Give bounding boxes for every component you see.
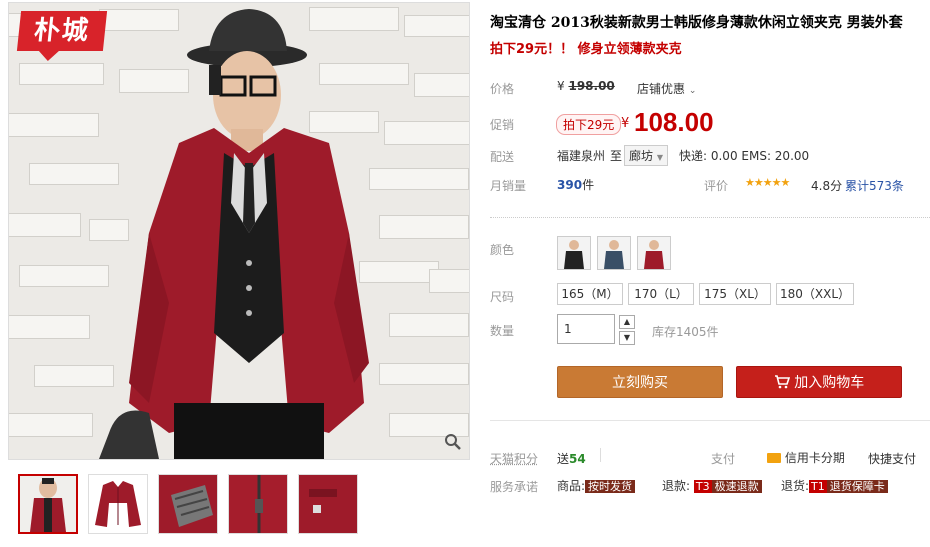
main-product-image[interactable]: 朴城 (8, 2, 470, 460)
fast-refund-badge[interactable]: 极速退款 (711, 480, 762, 493)
thumbnail-jacket-front (89, 475, 147, 533)
credit-installment-label: 信用卡分期 (784, 451, 845, 465)
add-to-cart-label: 加入购物车 (794, 375, 865, 391)
ship-from: 福建泉州 (557, 149, 606, 163)
size-label: 尺码 (490, 290, 515, 304)
rating-label: 评价 (704, 179, 729, 193)
thumbnail-jacket-lining (159, 475, 217, 533)
points-amount: 54 (569, 452, 586, 466)
shipping-fees: 快递: 0.00 EMS: 20.00 (679, 149, 810, 163)
service-refund-prefix: 退款: (662, 479, 691, 493)
original-price-value: 198.00 (568, 79, 615, 93)
promo-currency: ¥ (621, 116, 630, 131)
ship-to-label: 至 (610, 149, 623, 163)
product-title: 淘宝清仓 2013秋装新款男士韩版修身薄款休闲立领夹克 男装外套 (490, 15, 903, 31)
quantity-label: 数量 (490, 324, 515, 338)
color-swatch-red[interactable] (637, 236, 671, 270)
thumbnail-2[interactable] (88, 474, 148, 534)
model-figure (99, 9, 369, 459)
points-prefix: 送 (557, 452, 570, 466)
credit-card-icon (767, 453, 781, 463)
caret-down-icon: ▼ (623, 333, 631, 342)
thumbnail-5[interactable] (298, 474, 358, 534)
caret-down-icon: ▼ (656, 153, 663, 162)
service-label: 服务承诺 (490, 480, 539, 494)
promo-price: 108.00 (634, 107, 714, 137)
service-return: 退货: T1 退货保障卡 (781, 477, 888, 494)
points-value: 送54 (557, 450, 586, 467)
service-refund: 退款: T3 极速退款 (662, 477, 762, 494)
caret-up-icon: ▲ (623, 317, 631, 326)
thumbnail-jacket-detail (299, 475, 357, 533)
shop-discount-dropdown[interactable]: 店铺优惠 ⌄ (637, 80, 696, 97)
rating-stars-icon: ★★★★★ (745, 176, 790, 189)
thumbnail-4[interactable] (228, 474, 288, 534)
zoom-icon[interactable] (443, 433, 463, 453)
shop-discount-label: 店铺优惠 (637, 82, 686, 96)
rating-score: 4.8分 (811, 179, 843, 193)
payment-label: 支付 (711, 452, 736, 466)
size-option-l[interactable]: 170（L） (628, 283, 694, 305)
service-goods: 商品: 按时发货 (557, 477, 636, 494)
size-option-xxl[interactable]: 180（XXL） (776, 283, 854, 305)
quantity-increase-button[interactable]: ▲ (619, 315, 635, 329)
quantity-input[interactable]: 1 (557, 314, 615, 344)
quick-pay-label[interactable]: 快捷支付 (868, 450, 916, 467)
cart-icon (774, 375, 794, 391)
vertical-divider (600, 448, 601, 462)
on-time-delivery-badge[interactable]: 按时发货 (585, 480, 636, 493)
return-guarantee-badge[interactable]: 退货保障卡 (826, 480, 888, 493)
thumbnail-1[interactable] (18, 474, 78, 534)
thumbnail-jacket-zipper (229, 475, 287, 533)
quantity-decrease-button[interactable]: ▼ (619, 331, 635, 345)
promo-label: 促销 (490, 118, 515, 132)
tmall-points-label[interactable]: 天猫积分 (490, 450, 538, 467)
currency-symbol: ¥ (557, 79, 565, 93)
monthly-sales-unit: 件 (582, 178, 595, 192)
stock-count: 库存1405件 (652, 325, 719, 339)
ship-to-value: 廊坊 (629, 149, 654, 163)
add-to-cart-button[interactable]: 加入购物车 (736, 366, 902, 398)
product-subtitle: 拍下29元！！ 修身立领薄款夹克 (490, 42, 682, 57)
divider (490, 420, 930, 421)
brand-logo: 朴城 (16, 11, 108, 51)
original-price: ¥ 198.00 (557, 79, 615, 93)
service-goods-prefix: 商品: (557, 479, 586, 493)
price-label: 价格 (490, 82, 515, 96)
color-label: 颜色 (490, 243, 515, 257)
size-option-m[interactable]: 165（M） (557, 283, 623, 305)
divider (490, 217, 930, 218)
thumbnail-3[interactable] (158, 474, 218, 534)
chevron-down-icon: ⌄ (688, 86, 697, 96)
color-swatch-black[interactable] (557, 236, 591, 270)
monthly-sales-label: 月销量 (490, 179, 527, 193)
refund-code-badge: T3 (693, 480, 712, 493)
monthly-sales-count: 390 (557, 178, 583, 192)
buy-now-button[interactable]: 立刻购买 (557, 366, 723, 398)
delivery-label: 配送 (490, 150, 515, 164)
credit-installment[interactable]: 信用卡分期 (767, 449, 845, 466)
service-return-prefix: 退货: (781, 479, 810, 493)
size-option-xl[interactable]: 175（XL） (699, 283, 771, 305)
promo-badge: 拍下29元 (556, 114, 622, 135)
ship-to-select[interactable]: 廊坊 ▼ (624, 145, 668, 166)
thumbnail-model-image (20, 476, 76, 532)
review-count-link[interactable]: 累计573条 (845, 177, 904, 194)
monthly-sales: 390件 (557, 176, 594, 193)
return-code-badge: T1 (809, 480, 827, 493)
color-swatch-navy[interactable] (597, 236, 631, 270)
